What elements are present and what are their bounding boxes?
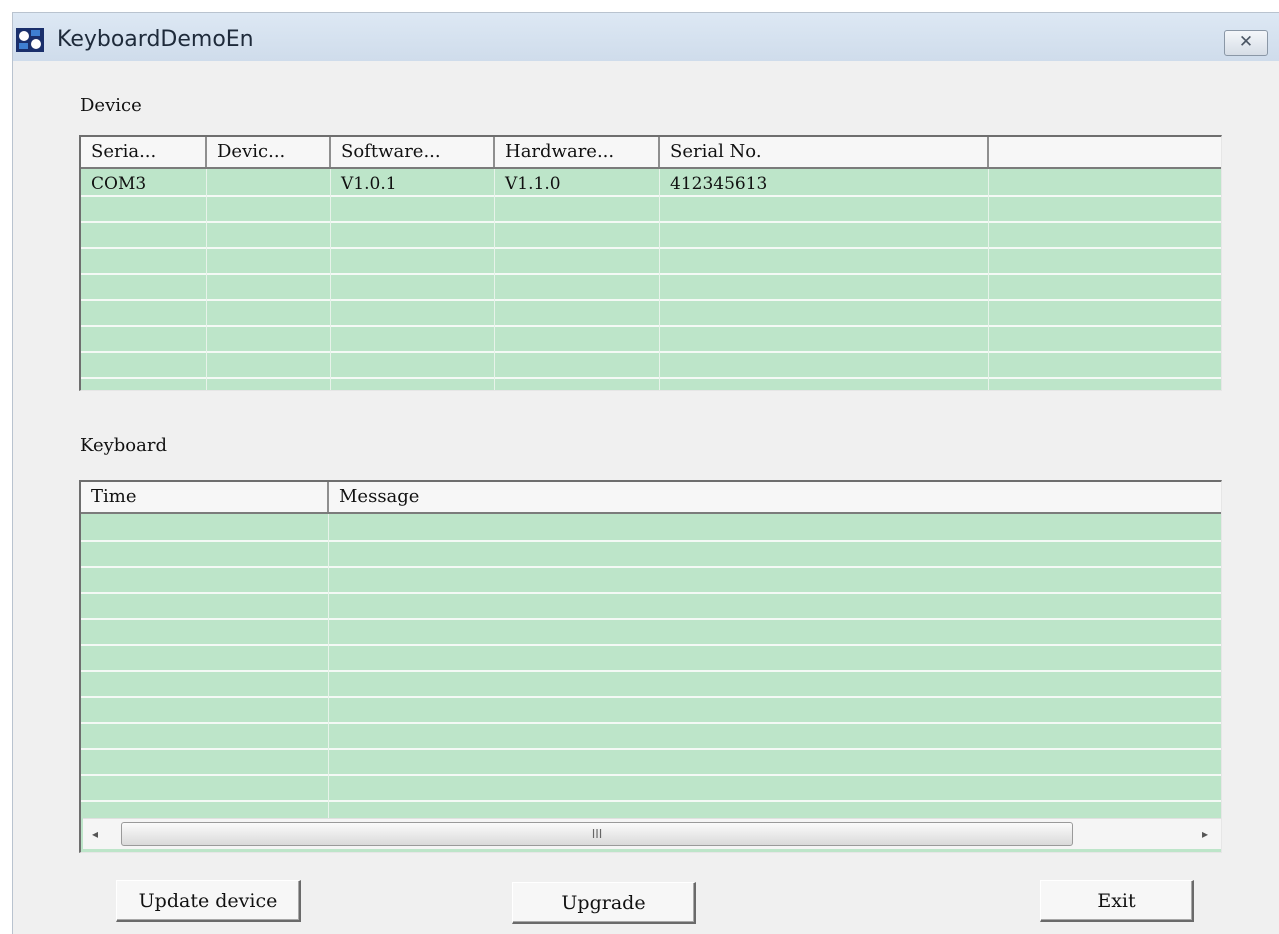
upgrade-button[interactable]: Upgrade (512, 882, 696, 924)
row-divider (81, 696, 1221, 698)
keyboard-message-list[interactable]: Time Message ◂ III ▸ (79, 480, 1222, 853)
device-list-header: Seria... Devic... Software... Hardware..… (81, 137, 1221, 169)
column-divider (206, 169, 207, 390)
column-header-serial-port[interactable]: Seria... (81, 137, 207, 167)
row-divider (81, 670, 1221, 672)
exit-button[interactable]: Exit (1040, 880, 1194, 922)
grip-icon: III (591, 827, 603, 841)
row-divider (81, 351, 1221, 353)
column-divider (494, 169, 495, 390)
column-header-software[interactable]: Software... (331, 137, 495, 167)
row-divider (81, 221, 1221, 223)
close-button[interactable]: ✕ (1224, 30, 1268, 56)
row-divider (81, 800, 1221, 802)
column-header-time[interactable]: Time (81, 482, 329, 512)
row-divider (81, 644, 1221, 646)
row-divider (81, 299, 1221, 301)
row-divider (81, 195, 1221, 197)
row-divider (81, 774, 1221, 776)
device-cell-hardware[interactable]: V1.1.0 (505, 173, 561, 195)
device-list[interactable]: Seria... Devic... Software... Hardware..… (79, 135, 1222, 391)
title-bar[interactable]: KeyboardDemoEn ✕ (13, 13, 1279, 61)
device-section-label: Device (80, 95, 142, 116)
update-device-button[interactable]: Update device (116, 880, 301, 922)
device-cell-serial-port[interactable]: COM3 (91, 173, 146, 195)
scroll-left-icon[interactable]: ◂ (83, 819, 107, 849)
column-divider (330, 169, 331, 390)
horizontal-scrollbar[interactable]: ◂ III ▸ (83, 818, 1221, 849)
row-divider (81, 273, 1221, 275)
app-icon (16, 28, 44, 52)
column-divider (988, 169, 989, 390)
column-header-extra[interactable] (989, 137, 1221, 167)
row-divider (81, 566, 1221, 568)
row-divider (81, 377, 1221, 379)
row-divider (81, 748, 1221, 750)
scrollbar-thumb[interactable]: III (121, 822, 1073, 846)
column-header-message[interactable]: Message (329, 482, 1221, 512)
window-title: KeyboardDemoEn (57, 27, 254, 52)
keyboard-section-label: Keyboard (80, 435, 168, 456)
column-divider (659, 169, 660, 390)
row-divider (81, 592, 1221, 594)
row-divider (81, 722, 1221, 724)
row-divider (81, 540, 1221, 542)
column-divider (328, 514, 329, 818)
row-divider (81, 325, 1221, 327)
app-window: KeyboardDemoEn ✕ Device Seria... Devic..… (12, 12, 1279, 934)
row-divider (81, 618, 1221, 620)
row-divider (81, 247, 1221, 249)
column-header-hardware[interactable]: Hardware... (495, 137, 660, 167)
column-header-device[interactable]: Devic... (207, 137, 331, 167)
device-cell-serial-no[interactable]: 412345613 (670, 173, 767, 195)
device-cell-software[interactable]: V1.0.1 (341, 173, 397, 195)
column-header-serial-no[interactable]: Serial No. (660, 137, 989, 167)
close-icon: ✕ (1238, 32, 1254, 52)
keyboard-list-header: Time Message (81, 482, 1221, 514)
scroll-right-icon[interactable]: ▸ (1193, 819, 1217, 849)
